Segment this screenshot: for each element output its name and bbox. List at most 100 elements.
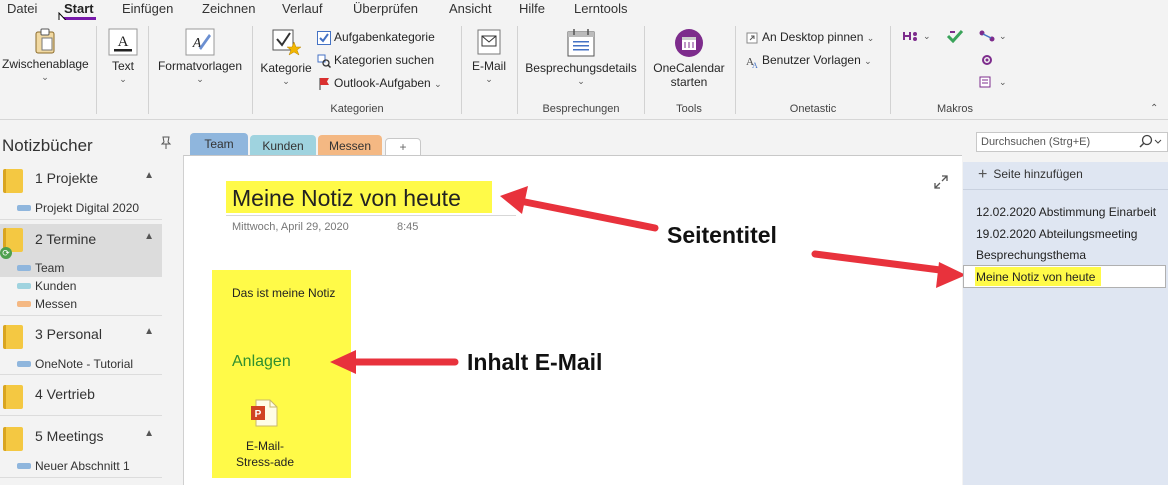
notebook-3-personal[interactable]: 3 Personal ▲ [0, 321, 162, 349]
tab-lerntools[interactable]: Lerntools [574, 1, 627, 16]
page-list-item[interactable]: Besprechungsthema [976, 248, 1086, 262]
section-onenote-tutorial[interactable]: OneNote - Tutorial [0, 355, 162, 373]
attachment-filename[interactable]: E-Mail- Stress-ade [228, 438, 302, 470]
chevron-down-icon: ⌄ [999, 31, 1007, 41]
annotation-seitentitel: Seitentitel [667, 222, 777, 248]
pin-desktop-button[interactable]: An Desktop pinnen ⌄ [745, 28, 874, 46]
section-name: OneNote - Tutorial [35, 357, 134, 371]
tab-team[interactable]: Team [190, 133, 248, 157]
checkbox-checked-icon [317, 30, 331, 45]
section-color-swatch [17, 301, 31, 307]
powerpoint-file-icon[interactable]: P [250, 398, 280, 428]
search-categories-button[interactable]: Kategorien suchen [317, 51, 434, 69]
search-input[interactable]: Durchsuchen (Strg+E) [981, 136, 1090, 148]
notebooks-title: Notizbücher [2, 136, 93, 155]
notebook-1-projekte[interactable]: 1 Projekte ▲ [0, 165, 162, 193]
section-kunden[interactable]: Kunden [0, 277, 162, 295]
note-body-text[interactable]: Das ist meine Notiz [232, 286, 335, 300]
chevron-down-icon: ⌄ [485, 74, 493, 84]
annotation-inhalt-email: Inhalt E-Mail [467, 349, 603, 375]
chevron-down-icon: ⌄ [866, 33, 875, 43]
macro-button-5[interactable]: ⌄ [978, 72, 1007, 90]
notebook-name: 2 Termine [35, 231, 97, 247]
notebook-icon [3, 385, 23, 409]
add-page-button[interactable]: + Seite hinzufügen [978, 166, 1083, 184]
group-label-besprechungen: Besprechungen [542, 103, 620, 115]
tab-verlauf[interactable]: Verlauf [282, 1, 322, 16]
section-team[interactable]: Team [0, 259, 162, 277]
tab-einfuegen[interactable]: Einfügen [122, 1, 173, 16]
collapse-caret-icon[interactable]: ▲ [144, 326, 154, 337]
ribbon: Zwischenablage ⌄ A Text ⌄ A Formatvorlag… [0, 20, 1168, 120]
svg-text:P: P [255, 409, 262, 420]
text-button[interactable]: A Text ⌄ [104, 28, 142, 85]
email-page-button[interactable]: E-Mail ⌄ [466, 28, 512, 85]
plus-icon: + [978, 166, 988, 183]
tab-datei[interactable]: Datei [7, 1, 37, 16]
search-categories-icon [317, 54, 331, 68]
chevron-down-icon: ⌄ [864, 56, 872, 66]
notebook-name: 1 Projekte [35, 170, 99, 186]
add-page-label: Seite hinzufügen [993, 167, 1083, 181]
onecalendar-button[interactable]: OneCalendar starten [648, 28, 730, 89]
meeting-details-button[interactable]: Besprechungsdetails ⌄ [522, 28, 640, 87]
collapse-caret-icon[interactable]: ▲ [144, 428, 154, 439]
ribbon-separator [96, 26, 97, 114]
page-title[interactable]: Meine Notiz von heute [232, 185, 461, 212]
macro-button-2[interactable] [946, 26, 967, 44]
notebook-name: 3 Personal [35, 326, 102, 342]
notebook-4-vertrieb[interactable]: 4 Vertrieb [0, 381, 162, 409]
macro-button-3[interactable]: ⌄ [978, 26, 1007, 44]
clipboard-label: Zwischenablage [2, 57, 89, 71]
clipboard-button[interactable]: Zwischenablage ⌄ [2, 28, 89, 83]
group-label-tools: Tools [676, 103, 702, 115]
macro-button-1[interactable]: ⌄ [902, 26, 931, 44]
pin-pane-icon[interactable] [160, 136, 172, 150]
attachment-filename-line2: Stress-ade [235, 455, 295, 469]
tab-zeichnen[interactable]: Zeichnen [202, 1, 255, 16]
svg-text:A: A [118, 34, 129, 50]
search-box[interactable]: Durchsuchen (Strg+E) [976, 132, 1168, 152]
notebook-2-termine[interactable]: 2 Termine ▲ [0, 224, 162, 260]
tab-kunden[interactable]: Kunden [250, 135, 316, 157]
search-categories-label: Kategorien suchen [334, 53, 435, 67]
styles-label: Formatvorlagen [157, 59, 243, 73]
styles-button[interactable]: A Formatvorlagen ⌄ [156, 28, 244, 85]
page-list-item[interactable]: 12.02.2020 Abstimmung Einarbeit [976, 205, 1156, 219]
onecalendar-label-line1: OneCalendar [653, 61, 725, 75]
tab-hilfe[interactable]: Hilfe [519, 1, 545, 16]
tab-messen[interactable]: Messen [318, 135, 382, 157]
notebook-icon [3, 325, 23, 349]
divider [0, 415, 162, 416]
macro-button-4[interactable] [978, 50, 999, 68]
user-templates-button[interactable]: A A Benutzer Vorlagen ⌄ [745, 51, 872, 69]
sync-icon: ⟳ [0, 247, 12, 259]
macro-icon [979, 30, 995, 42]
section-messen[interactable]: Messen [0, 295, 162, 313]
divider [0, 374, 162, 375]
task-category-label: Aufgabenkategorie [334, 30, 435, 44]
collapse-ribbon-chevron-icon[interactable]: ⌃ [1150, 100, 1158, 118]
section-projekt-digital-2020[interactable]: Projekt Digital 2020 [0, 199, 162, 217]
expand-page-icon[interactable] [934, 175, 948, 189]
collapse-caret-icon[interactable]: ▲ [144, 170, 154, 181]
page-list-item[interactable]: 19.02.2020 Abteilungsmeeting [976, 227, 1137, 241]
tab-ansicht[interactable]: Ansicht [449, 1, 492, 16]
onecalendar-icon [675, 29, 703, 57]
outlook-tasks-button[interactable]: Outlook-Aufgaben ⌄ [317, 74, 442, 92]
selected-page-title[interactable]: Meine Notiz von heute [976, 270, 1095, 284]
section-neuer-abschnitt-1[interactable]: Neuer Abschnitt 1 [0, 457, 162, 475]
divider [0, 477, 162, 478]
tab-ueberpruefen[interactable]: Überprüfen [353, 1, 418, 16]
task-category-button[interactable]: Aufgabenkategorie [317, 28, 435, 46]
notebook-name: 5 Meetings [35, 428, 104, 444]
section-name: Neuer Abschnitt 1 [35, 459, 130, 473]
collapse-caret-icon[interactable]: ▲ [144, 231, 154, 242]
macro-gear-icon [982, 54, 992, 65]
category-button[interactable]: Kategorie ⌄ [258, 28, 314, 87]
chevron-down-icon: ⌄ [999, 77, 1007, 87]
search-icon[interactable] [1137, 134, 1163, 150]
notebook-5-meetings[interactable]: 5 Meetings ▲ [0, 423, 162, 451]
chevron-down-icon: ⌄ [196, 74, 204, 84]
chevron-down-icon: ⌄ [41, 72, 49, 82]
